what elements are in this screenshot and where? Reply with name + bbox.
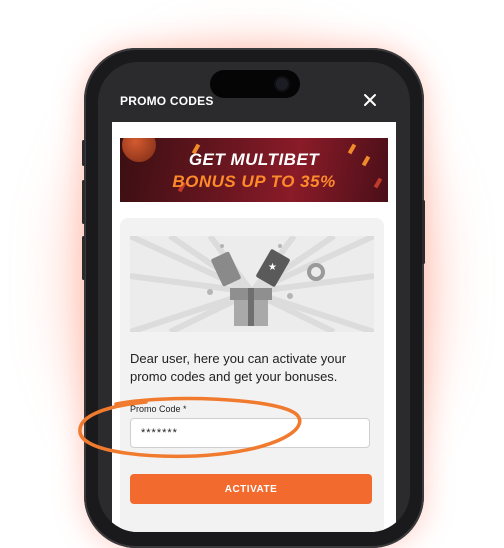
banner-title: GET MULTIBET: [188, 150, 320, 169]
promo-code-input[interactable]: [130, 418, 370, 448]
camera-icon: [276, 78, 288, 90]
banner-subtitle: BONUS UP TO 35%: [172, 172, 336, 191]
phone-side-button: [82, 236, 85, 280]
close-icon: [364, 94, 376, 106]
phone-side-button: [422, 200, 425, 264]
phone-side-button: [82, 140, 85, 166]
dynamic-island: [210, 70, 300, 98]
phone-screen: PROMO CODES GET MULTIBET BONUS UP TO 35%: [98, 62, 410, 532]
phone-side-button: [82, 180, 85, 224]
promo-code-label: Promo Code *: [130, 404, 187, 414]
svg-text:★: ★: [268, 262, 277, 273]
promo-card: ★ Dear user, here you can activate your …: [120, 218, 384, 532]
page-title: PROMO CODES: [120, 94, 214, 108]
instructions-text: Dear user, here you can activate your pr…: [130, 351, 347, 384]
promo-content: GET MULTIBET BONUS UP TO 35% ★ Dear user…: [112, 122, 396, 532]
activate-button[interactable]: ACTIVATE: [130, 474, 372, 504]
close-button[interactable]: [360, 90, 380, 110]
gift-box-illustration: ★: [130, 236, 374, 332]
promo-banner[interactable]: GET MULTIBET BONUS UP TO 35%: [120, 138, 388, 202]
